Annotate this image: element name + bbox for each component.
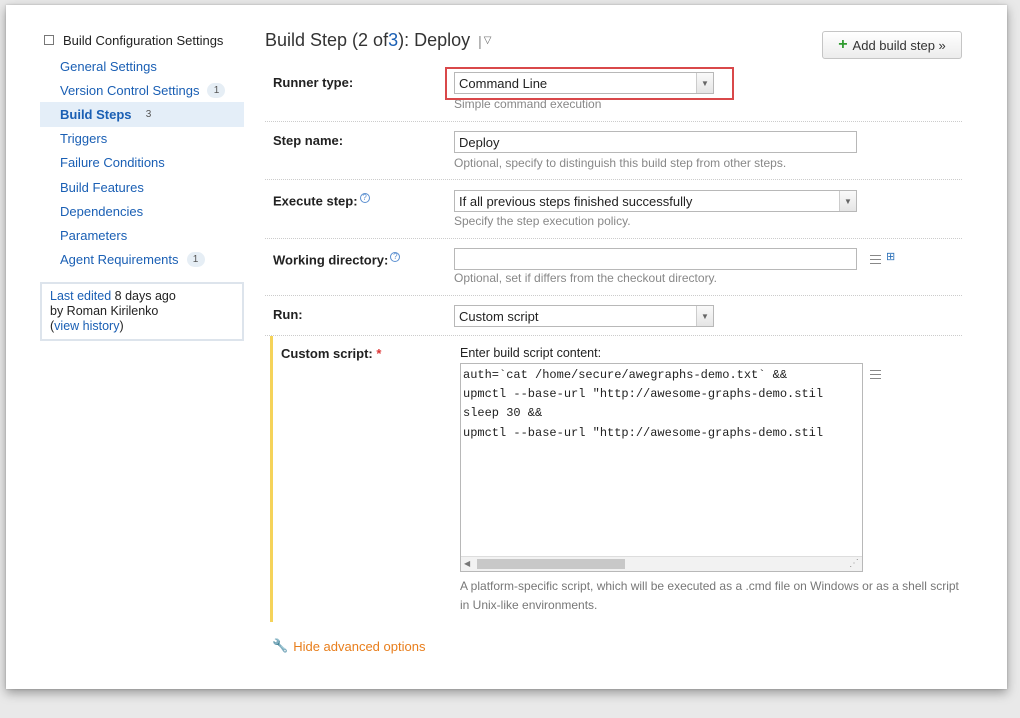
resize-grip-icon[interactable]: ⋰ xyxy=(849,558,859,569)
sidebar-item-build-features[interactable]: Build Features xyxy=(40,175,244,199)
help-icon[interactable]: ? xyxy=(390,252,401,262)
runner-type-label: Runner type: xyxy=(273,75,354,90)
run-select[interactable]: Custom script ▼ xyxy=(454,305,714,327)
working-directory-label-wrap: Working directory:? xyxy=(273,252,401,268)
sidebar-item-label: General Settings xyxy=(60,58,157,74)
edit-history-box: Last edited 8 days ago by Roman Kirilenk… xyxy=(40,281,244,341)
custom-script-textarea[interactable]: auth=`cat /home/secure/awegraphs-demo.tx… xyxy=(460,363,863,572)
required-marker: * xyxy=(376,346,382,361)
working-directory-hint: Optional, set if differs from the checko… xyxy=(454,271,718,285)
step-name-hint: Optional, specify to distinguish this bu… xyxy=(454,156,787,170)
custom-script-description: A platform-specific script, which will b… xyxy=(460,579,959,612)
sidebar-item-general-settings[interactable]: General Settings xyxy=(40,54,244,78)
sidebar-item-build-steps[interactable]: Build Steps 3 xyxy=(40,102,244,127)
sidebar-item-label: Agent Requirements xyxy=(60,252,179,268)
sidebar-item-version-control-settings[interactable]: Version Control Settings 1 xyxy=(40,78,244,102)
execute-step-value: If all previous steps finished successfu… xyxy=(459,193,693,209)
sidebar-item-agent-requirements[interactable]: Agent Requirements 1 xyxy=(40,248,244,272)
sidebar-item-label: Dependencies xyxy=(60,203,144,219)
sidebar: Build Configuration Settings General Set… xyxy=(40,30,244,341)
step-name-row: Step name: Optional, specify to distingu… xyxy=(265,122,962,180)
run-label: Run: xyxy=(273,307,303,322)
custom-script-label: Custom script: xyxy=(281,346,373,361)
chevron-down-icon: ▼ xyxy=(696,306,713,326)
sidebar-item-label: Failure Conditions xyxy=(60,155,165,171)
working-directory-label: Working directory: xyxy=(273,252,389,268)
help-icon[interactable]: ? xyxy=(359,193,370,203)
execute-step-row: Execute step:? If all previous steps fin… xyxy=(265,180,962,239)
sidebar-item-parameters[interactable]: Parameters xyxy=(40,223,244,247)
add-build-step-button[interactable]: + Add build step » xyxy=(822,31,962,59)
working-directory-input[interactable] xyxy=(454,248,857,270)
step-menu-caret-icon[interactable]: ▽ xyxy=(484,35,492,46)
step-name-label: Step name: xyxy=(273,133,344,148)
sidebar-item-dependencies[interactable]: Dependencies xyxy=(40,199,244,223)
last-edited-ago: 8 days ago xyxy=(111,288,176,303)
count-badge: 1 xyxy=(207,82,226,98)
custom-script-label-wrap: Custom script: * xyxy=(281,346,381,361)
directory-tree-icon[interactable]: ⊞ xyxy=(886,250,895,263)
sidebar-item-label: Triggers xyxy=(60,131,108,147)
scrollbar-thumb[interactable] xyxy=(477,559,625,569)
close-paren: ) xyxy=(119,318,124,333)
sidebar-item-triggers[interactable]: Triggers xyxy=(40,127,244,151)
step-name-input[interactable] xyxy=(454,131,857,153)
sidebar-header[interactable]: Build Configuration Settings xyxy=(40,30,244,50)
list-icon[interactable] xyxy=(870,255,881,264)
sidebar-header-label: Build Configuration Settings xyxy=(63,32,224,48)
list-icon[interactable] xyxy=(870,370,881,379)
last-edited-line: Last edited 8 days ago xyxy=(50,289,234,304)
add-build-step-label: Add build step » xyxy=(852,37,946,53)
horizontal-scrollbar[interactable]: ◀ ⋰ xyxy=(461,556,862,571)
sidebar-item-label: Build Features xyxy=(60,179,144,195)
hide-advanced-options-label: Hide advanced options xyxy=(293,638,426,654)
view-history-line: (view history) xyxy=(50,319,234,334)
wrench-icon: 🔧 xyxy=(272,638,289,653)
sidebar-item-failure-conditions[interactable]: Failure Conditions xyxy=(40,151,244,175)
sidebar-item-label: Parameters xyxy=(60,227,128,243)
working-directory-row: Working directory:? ⊞ Optional, set if d… xyxy=(265,239,962,296)
execute-step-label: Execute step: xyxy=(273,193,358,209)
hide-advanced-options-link[interactable]: 🔧 Hide advanced options xyxy=(272,638,425,654)
title-prefix: Build Step (2 of xyxy=(265,30,389,50)
title-separator: | xyxy=(478,32,482,49)
execute-step-label-wrap: Execute step:? xyxy=(273,193,370,208)
view-history-link[interactable]: view history xyxy=(54,319,119,333)
collapse-square-icon[interactable] xyxy=(44,35,54,45)
steps-count-link[interactable]: 3 xyxy=(388,30,398,51)
scroll-left-icon[interactable]: ◀ xyxy=(464,559,470,568)
execute-step-hint: Specify the step execution policy. xyxy=(454,214,631,228)
edited-by: by Roman Kirilenko xyxy=(50,303,159,318)
sidebar-item-label: Build Steps xyxy=(60,106,132,122)
title-suffix: ): Deploy xyxy=(398,30,471,50)
page-title: Build Step (2 of 3): Deploy | ▽ xyxy=(265,30,491,51)
execute-step-select[interactable]: If all previous steps finished successfu… xyxy=(454,190,857,212)
custom-script-caption: Enter build script content: xyxy=(460,346,602,360)
plus-icon: + xyxy=(838,36,848,53)
count-badge: 1 xyxy=(186,252,205,268)
count-badge: 3 xyxy=(145,108,152,120)
run-value: Custom script xyxy=(459,308,539,324)
chevron-down-icon: ▼ xyxy=(839,191,856,211)
run-row: Run: Custom script ▼ xyxy=(265,296,962,336)
highlight-box xyxy=(445,67,734,100)
last-edited-link[interactable]: Last edited xyxy=(50,289,111,303)
sidebar-item-label: Version Control Settings xyxy=(60,82,200,98)
